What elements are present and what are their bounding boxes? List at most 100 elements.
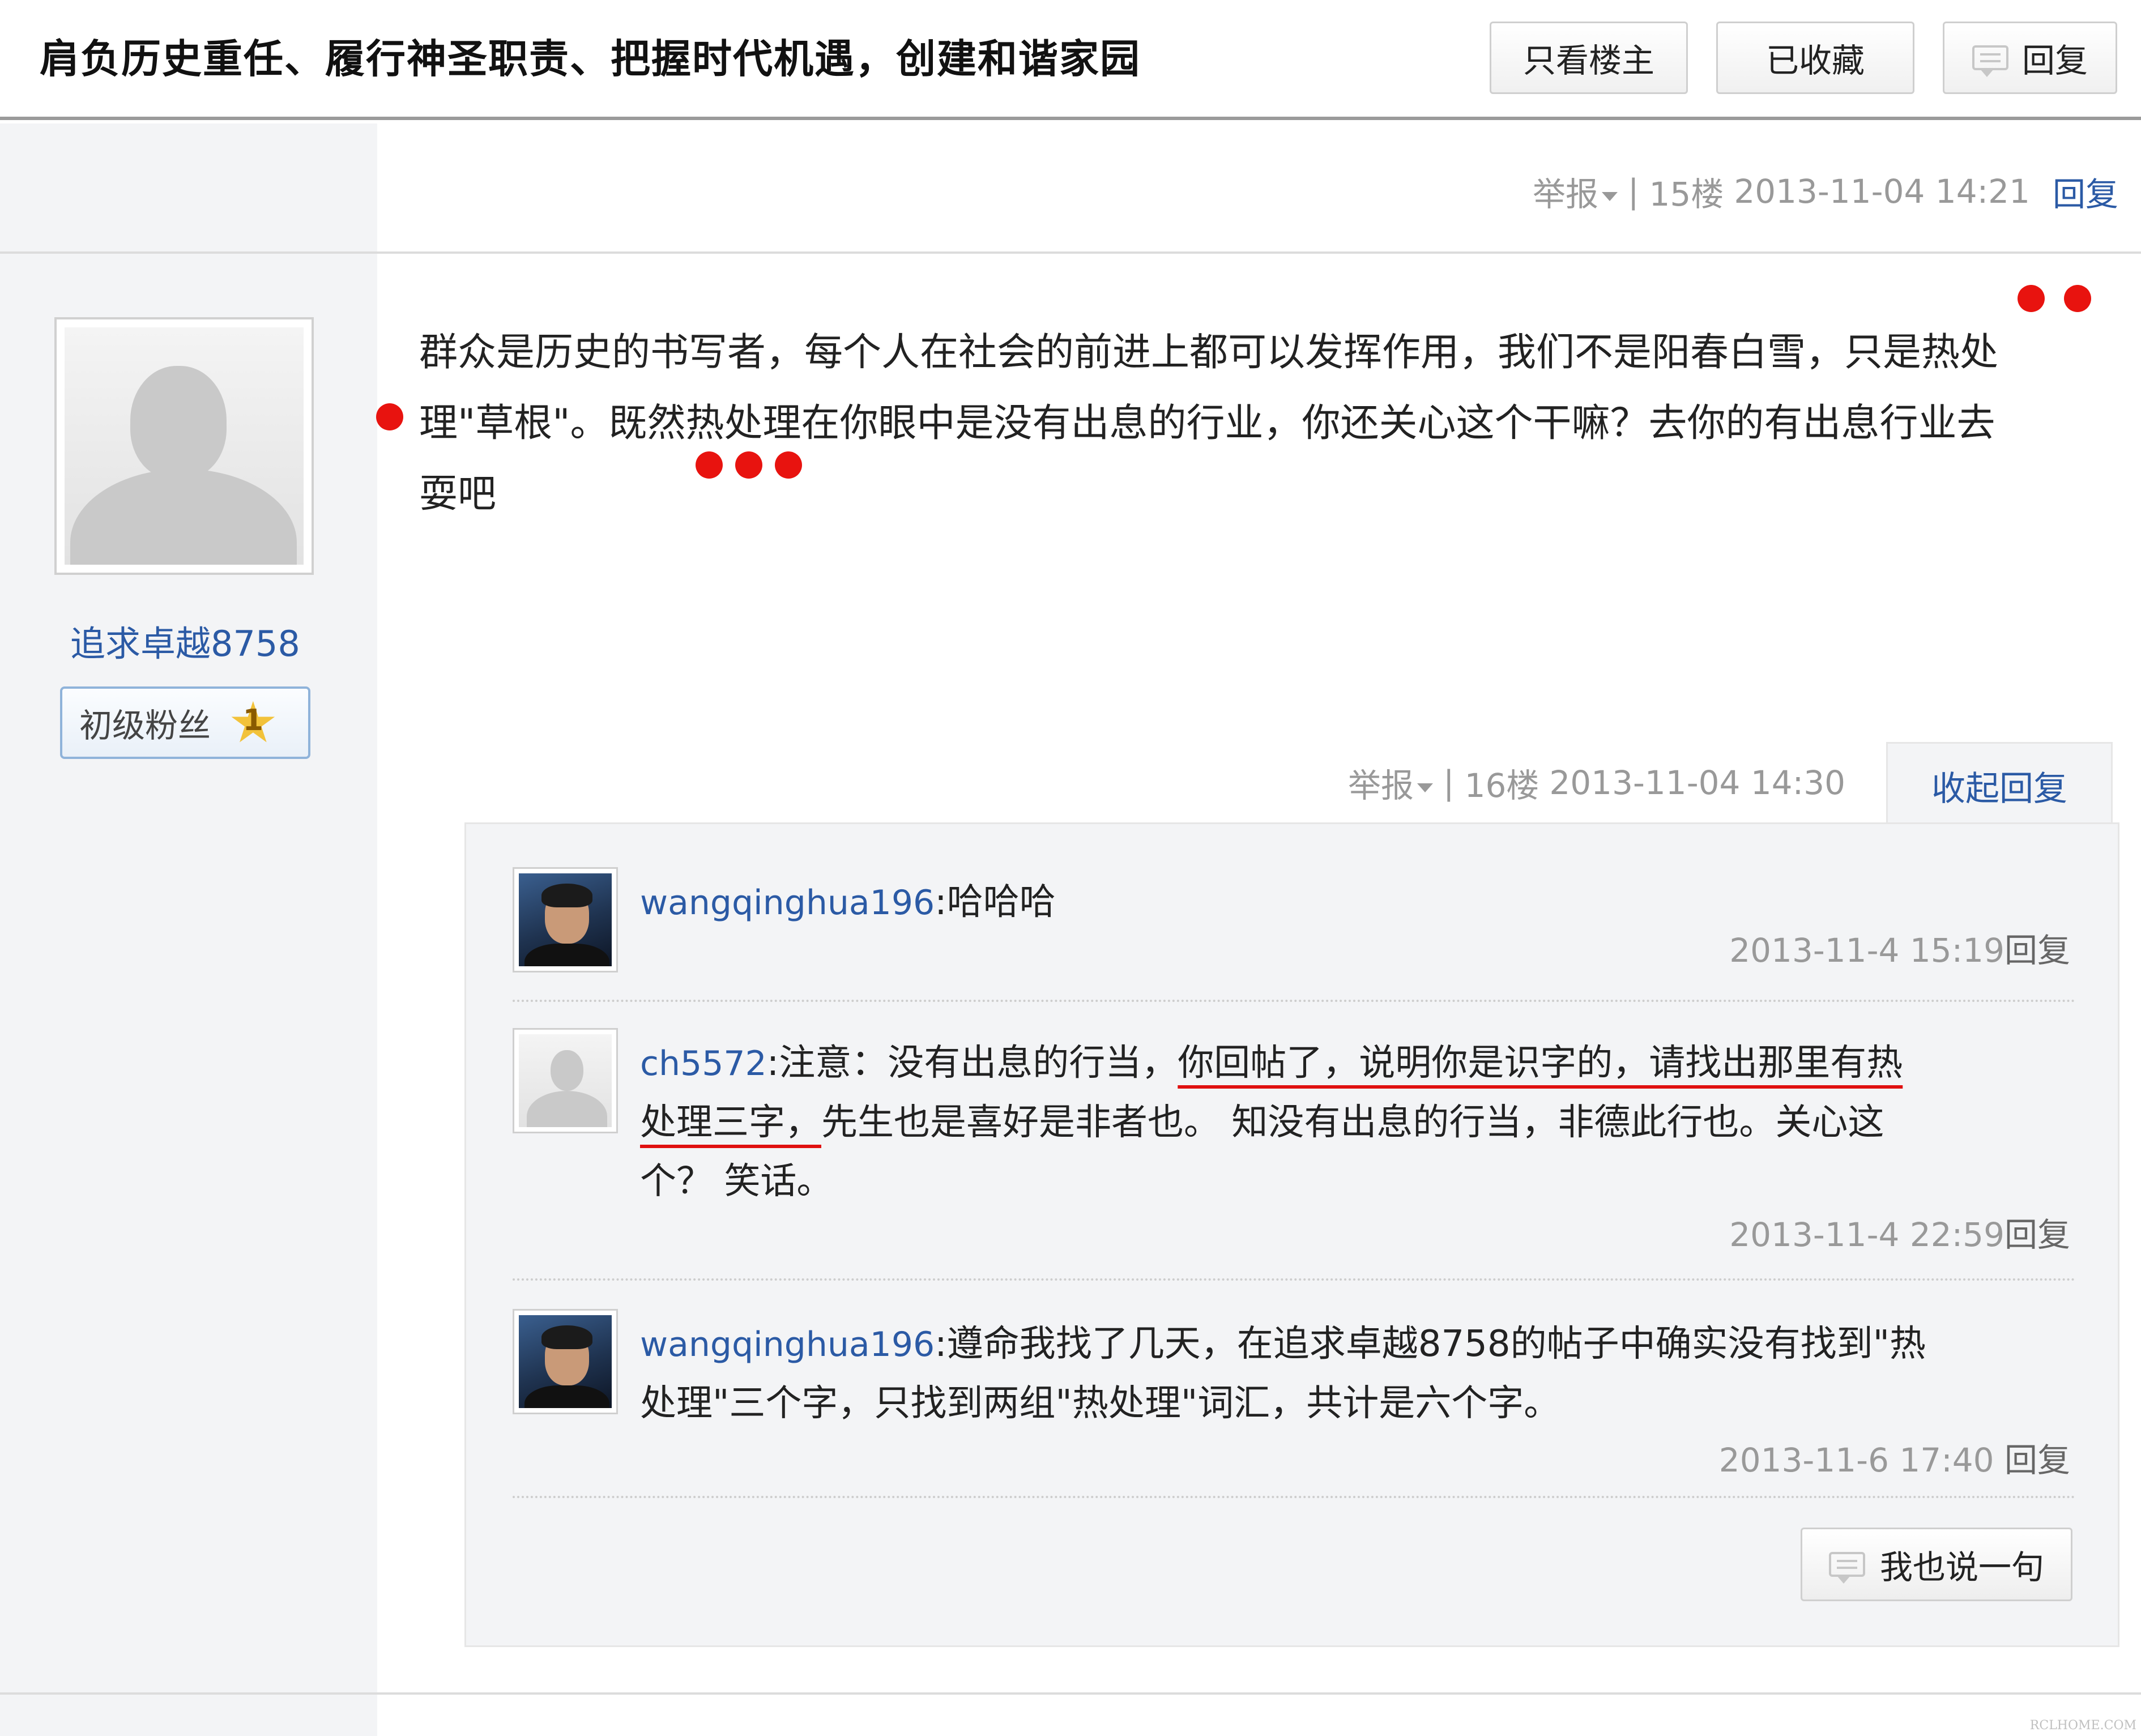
- reply-label: 回复: [2021, 41, 2088, 80]
- caret-down-icon: [1417, 783, 1434, 792]
- reply-avatar[interactable]: [513, 1309, 618, 1414]
- divider: [0, 251, 2141, 254]
- saved-label: 已收藏: [1765, 41, 1865, 80]
- reply-username[interactable]: wangqinghua196: [640, 1325, 935, 1364]
- sidebar-top-strip: [0, 123, 377, 253]
- level-number: 1: [242, 703, 263, 737]
- annotation-dot: [2018, 285, 2045, 312]
- post-time: 2013-11-04 14:21: [1734, 172, 2030, 211]
- reply-separator: [513, 1496, 2076, 1498]
- only-op-button[interactable]: 只看楼主: [1490, 22, 1688, 94]
- only-op-label: 只看楼主: [1522, 41, 1654, 80]
- watermark: RCLHOME.COM: [2029, 1718, 2136, 1733]
- reply-separator: [513, 1278, 2076, 1281]
- bubble-line: [1980, 60, 2001, 62]
- floor15-meta: 举报 | 15楼 2013-11-04 14:21 回复: [1533, 168, 2118, 215]
- floor15-reply-link[interactable]: 回复: [2053, 168, 2118, 215]
- reply-text: wangqinghua196:遵命我找了几天，在追求卓越8758的帖子中确实没有…: [640, 1315, 2005, 1433]
- post-line: 理"草根"。既然热处理在你眼中是没有出息的行业，你还关心这个干嘛？去你的有出息行…: [419, 401, 1995, 446]
- reply-message: 个？ 笑话。: [640, 1161, 833, 1202]
- meta-separator: |: [1627, 172, 1639, 211]
- reply-link[interactable]: 回复: [2004, 931, 2070, 970]
- reply-meta: 2013-11-4 15:19回复: [1729, 924, 2070, 971]
- annotation-dot: [775, 451, 802, 479]
- bubble-line: [1980, 53, 2001, 56]
- annotation-dot: [2064, 285, 2091, 312]
- annotation-dot: [376, 403, 403, 430]
- annotation-dot: [735, 451, 762, 479]
- reply-text: ch5572:注意：没有出息的行当，你回帖了，说明你是识字的，请找出那里有热处理…: [640, 1034, 2005, 1211]
- reply-username[interactable]: wangqinghua196: [640, 883, 935, 923]
- reply-message: 处理"三个字，只找到两组"热处理"词汇，共计是六个字。: [640, 1383, 1560, 1424]
- bubble-line: [1836, 1560, 1857, 1562]
- avatar-shoulders: [70, 469, 297, 565]
- photo-suit: [524, 1385, 609, 1408]
- reply-message: 先生也是喜好是非者也。 知没有出息的行当，非德此行也。关心这: [821, 1102, 1884, 1144]
- speech-bubble-icon: [1828, 1552, 1865, 1584]
- user-photo: [519, 1315, 612, 1408]
- user-photo: [519, 873, 612, 966]
- reply-meta: 2013-11-4 22:59回复: [1729, 1208, 2070, 1256]
- reply-time: 2013-11-4 15:19: [1729, 931, 2004, 970]
- photo-hair: [541, 1325, 592, 1349]
- floor16-meta: 举报 | 16楼 2013-11-04 14:30: [1348, 759, 1845, 807]
- meta-separator: |: [1443, 764, 1455, 802]
- underlined-text: 处理三字，: [640, 1102, 821, 1144]
- avatar-head: [551, 1050, 583, 1091]
- speech-bubble-icon: [1972, 45, 2008, 77]
- reply-avatar[interactable]: [513, 1028, 618, 1133]
- colon: :: [935, 1323, 947, 1365]
- reply-link[interactable]: 回复: [2004, 1441, 2070, 1479]
- reply-message: 哈哈哈: [946, 881, 1056, 923]
- underlined-text: 你回帖了，说明你是识字的，请找出那里有热: [1178, 1042, 1903, 1084]
- annotation-dot: [696, 451, 723, 479]
- reply-meta: 2013-11-6 17:40 回复: [1719, 1434, 2070, 1481]
- collapse-replies-tab[interactable]: 收起回复: [1886, 742, 2113, 828]
- report-label: 举报: [1532, 175, 1598, 214]
- default-avatar-icon: [65, 327, 304, 565]
- reply-link[interactable]: 回复: [2004, 1215, 2070, 1254]
- post-line: 群众是历史的书写者，每个人在社会的前进上都可以发挥作用，我们不是阳春白雪，只是热…: [419, 330, 1999, 375]
- fan-level-label: 初级粉丝: [79, 706, 211, 745]
- reply-username[interactable]: ch5572: [640, 1044, 767, 1084]
- say-something-label: 我也说一句: [1879, 1548, 2044, 1586]
- reply-button[interactable]: 回复: [1943, 22, 2117, 94]
- floor-number: 15楼: [1649, 175, 1724, 214]
- say-something-button[interactable]: 我也说一句: [1801, 1528, 2072, 1601]
- default-avatar-icon: [519, 1034, 612, 1127]
- sidebar-bottom: [0, 1695, 377, 1736]
- post-time: 2013-11-04 14:30: [1549, 764, 1846, 802]
- fan-level-badge[interactable]: 初级粉丝 ★ 1: [60, 686, 310, 759]
- reply-avatar[interactable]: [513, 867, 618, 972]
- reply-message: 注意：没有出息的行当，: [779, 1042, 1178, 1084]
- reply-separator: [513, 1000, 2076, 1002]
- author-username[interactable]: 追求卓越8758: [70, 615, 300, 666]
- colon: :: [935, 881, 947, 923]
- reply-item: wangqinghua196:哈哈哈 2013-11-4 15:19回复: [513, 867, 2070, 997]
- avatar-shoulders: [527, 1091, 607, 1127]
- post-line: 耍吧: [419, 472, 497, 517]
- star-icon: ★ 1: [228, 689, 279, 756]
- reply-message: 遵命我找了几天，在追求卓越8758的帖子中确实没有找到"热: [946, 1323, 1926, 1365]
- report-label: 举报: [1348, 766, 1414, 805]
- thread-title: 肩负历史重任、履行神圣职责、把握时代机遇，创建和谐家园: [40, 36, 1141, 82]
- reply-box: wangqinghua196:哈哈哈 2013-11-4 15:19回复 ch5…: [464, 822, 2119, 1647]
- reply-time: 2013-11-6 17:40: [1718, 1441, 1994, 1479]
- report-link[interactable]: 举报: [1533, 168, 1618, 215]
- author-avatar[interactable]: [54, 317, 314, 575]
- post-content: 群众是历史的书写者，每个人在社会的前进上都可以发挥作用，我们不是阳春白雪，只是热…: [419, 317, 2107, 530]
- photo-hair: [541, 884, 592, 907]
- next-post-strip: RCLHOME.COM: [0, 1695, 2141, 1736]
- caret-down-icon: [1601, 191, 1618, 201]
- reply-item: ch5572:注意：没有出息的行当，你回帖了，说明你是识字的，请找出那里有热处理…: [513, 1028, 2070, 1277]
- report-link[interactable]: 举报: [1348, 759, 1434, 807]
- floor-number: 16楼: [1464, 766, 1539, 805]
- bubble-line: [1836, 1567, 1857, 1569]
- reply-item: wangqinghua196:遵命我找了几天，在追求卓越8758的帖子中确实没有…: [513, 1309, 2070, 1490]
- thread-header: 肩负历史重任、履行神圣职责、把握时代机遇，创建和谐家园 只看楼主 已收藏 回复: [0, 0, 2141, 120]
- avatar-head: [130, 366, 227, 479]
- colon: :: [766, 1042, 779, 1084]
- reply-time: 2013-11-4 22:59: [1729, 1215, 2004, 1254]
- saved-button[interactable]: 已收藏: [1716, 22, 1914, 94]
- photo-suit: [524, 944, 609, 966]
